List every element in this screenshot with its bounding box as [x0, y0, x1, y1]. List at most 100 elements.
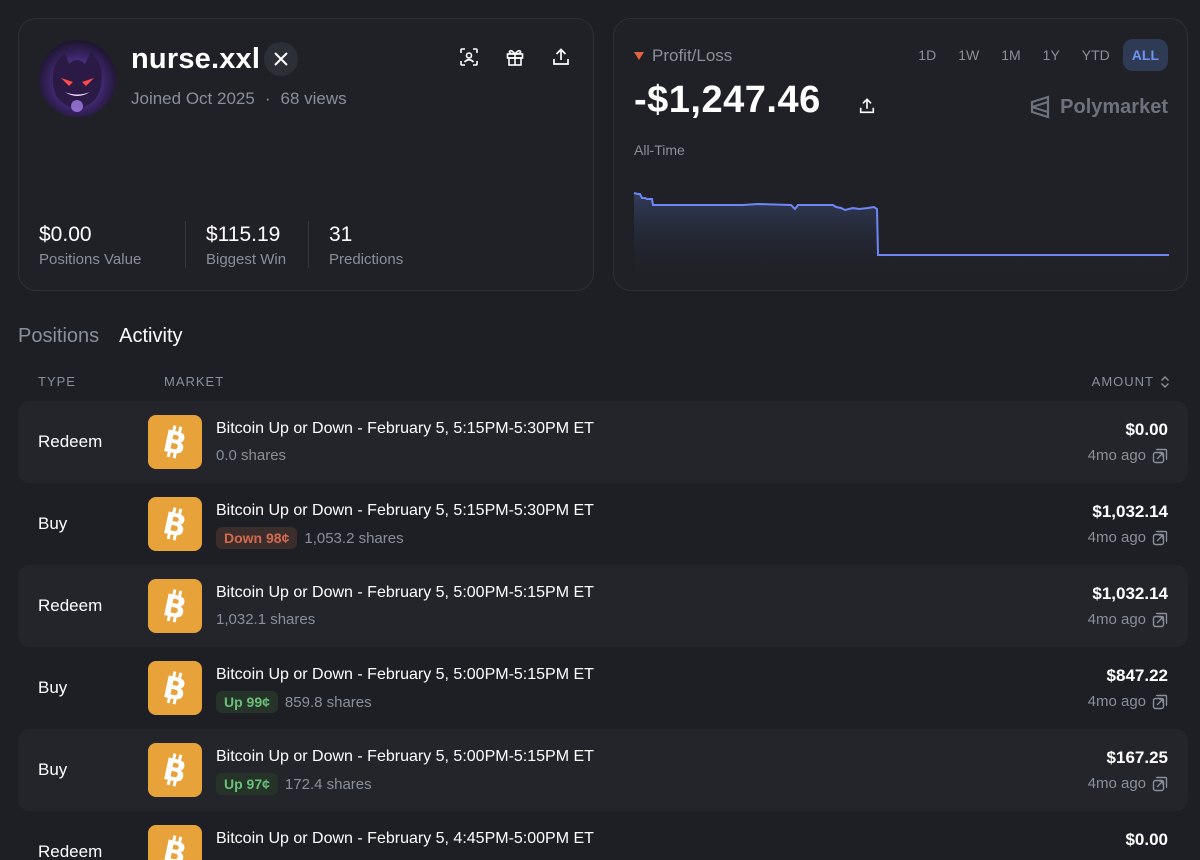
- range-label: All-Time: [634, 142, 685, 158]
- external-link-icon[interactable]: [1152, 612, 1168, 628]
- row-timestamp: 4mo ago: [1088, 447, 1168, 464]
- row-details: 1,032.1 shares: [216, 611, 315, 628]
- activity-row[interactable]: Redeem B Bitcoin Up or Down - February 5, …: [18, 811, 1188, 860]
- period-tab-1d[interactable]: 1D: [909, 39, 945, 71]
- stat-predictions: 31 Predictions: [308, 221, 423, 268]
- bitcoin-icon: B: [160, 589, 190, 623]
- joined-date: Joined Oct 2025: [131, 89, 255, 108]
- bitcoin-icon: B: [160, 671, 190, 705]
- share-count: 859.8 shares: [284, 693, 372, 711]
- tab-positions[interactable]: Positions: [18, 325, 99, 348]
- period-selector: 1D 1W 1M 1Y YTD ALL: [909, 39, 1168, 71]
- gift-button[interactable]: [505, 47, 525, 67]
- pnl-header: Profit/Loss: [634, 46, 732, 66]
- time-ago: 4mo ago: [1087, 447, 1146, 464]
- market-title[interactable]: Bitcoin Up or Down - February 5, 5:15PM-…: [216, 502, 594, 520]
- activity-type: Redeem: [38, 432, 103, 451]
- polymarket-logo-icon: [1031, 95, 1050, 119]
- market-title[interactable]: Bitcoin Up or Down - February 5, 5:00PM-…: [216, 666, 594, 684]
- bitcoin-icon: B: [160, 425, 190, 459]
- external-link-icon[interactable]: [1152, 776, 1168, 792]
- activity-list: Redeem B Bitcoin Up or Down - February 5, …: [18, 401, 1188, 860]
- bitcoin-icon: B: [160, 753, 190, 787]
- share-profile-button[interactable]: [551, 47, 571, 67]
- external-link-icon[interactable]: [1152, 530, 1168, 546]
- trend-down-icon: [634, 52, 644, 60]
- activity-row[interactable]: Buy B Bitcoin Up or Down - February 5, 5:0…: [18, 729, 1188, 811]
- market-title[interactable]: Bitcoin Up or Down - February 5, 5:00PM-…: [216, 748, 594, 766]
- activity-amount: $847.22: [1106, 666, 1168, 685]
- period-tab-ytd[interactable]: YTD: [1073, 39, 1119, 71]
- market-title[interactable]: Bitcoin Up or Down - February 5, 5:00PM-…: [216, 584, 594, 602]
- period-tab-all[interactable]: ALL: [1122, 39, 1168, 71]
- row-details: 0.0 shares: [216, 447, 286, 464]
- column-header-amount-label: AMOUNT: [1091, 374, 1154, 389]
- activity-row[interactable]: Redeem B Bitcoin Up or Down - February 5, …: [18, 401, 1188, 483]
- pnl-value: -$1,247.46: [634, 79, 821, 121]
- bitcoin-icon: B: [160, 835, 190, 860]
- profile-card: nurse.xxl Joined Oct 2025 · 68 views $0.…: [18, 18, 594, 291]
- bitcoin-icon: B: [160, 507, 190, 541]
- period-tab-1w[interactable]: 1W: [949, 39, 988, 71]
- external-link-icon[interactable]: [1152, 448, 1168, 464]
- market-icon[interactable]: B: [148, 743, 202, 797]
- market-title[interactable]: Bitcoin Up or Down - February 5, 4:45PM-…: [216, 830, 594, 848]
- activity-row[interactable]: Buy B Bitcoin Up or Down - February 5, 5:0…: [18, 647, 1188, 729]
- stat-label: Predictions: [329, 251, 404, 268]
- activity-amount: $1,032.14: [1092, 584, 1168, 603]
- row-timestamp: 4mo ago: [1088, 529, 1168, 546]
- market-icon[interactable]: B: [148, 497, 202, 551]
- profile-stats: $0.00 Positions Value $115.19 Biggest Wi…: [39, 221, 423, 268]
- outcome-badge: Down 98¢: [216, 527, 298, 549]
- share-icon: [553, 48, 569, 65]
- column-header-amount[interactable]: AMOUNT: [1092, 374, 1170, 389]
- activity-row[interactable]: Redeem B Bitcoin Up or Down - February 5, …: [18, 565, 1188, 647]
- period-tab-1y[interactable]: 1Y: [1034, 39, 1069, 71]
- market-title[interactable]: Bitcoin Up or Down - February 5, 5:15PM-…: [216, 420, 594, 438]
- activity-amount: $167.25: [1106, 748, 1168, 767]
- column-header-market: MARKET: [164, 374, 225, 389]
- activity-amount: $0.00: [1125, 420, 1168, 439]
- time-ago: 4mo ago: [1087, 529, 1146, 546]
- activity-type: Buy: [38, 678, 68, 697]
- stat-value: 31: [329, 223, 353, 246]
- row-timestamp: 4mo ago: [1088, 693, 1168, 710]
- pnl-label: Profit/Loss: [652, 46, 733, 65]
- stat-value: $115.19: [206, 223, 281, 246]
- pnl-chart: [633, 192, 1169, 284]
- row-timestamp: 4mo ago: [1088, 611, 1168, 628]
- market-icon[interactable]: B: [148, 415, 202, 469]
- tab-activity[interactable]: Activity: [119, 325, 182, 348]
- polymarket-brand: Polymarket: [1029, 95, 1168, 119]
- market-icon[interactable]: B: [148, 579, 202, 633]
- share-count: 172.4 shares: [284, 775, 372, 793]
- scan-face-button[interactable]: [459, 47, 479, 67]
- sort-icon: [1161, 375, 1169, 388]
- outcome-badge: Up 99¢: [216, 691, 278, 713]
- activity-row[interactable]: Buy B Bitcoin Up or Down - February 5, 5:1…: [18, 483, 1188, 565]
- profile-meta: Joined Oct 2025 · 68 views: [131, 89, 347, 109]
- x-logo-icon: [274, 52, 288, 66]
- period-tab-1m[interactable]: 1M: [992, 39, 1029, 71]
- stat-value: $0.00: [39, 223, 92, 246]
- time-ago: 4mo ago: [1087, 693, 1146, 710]
- avatar[interactable]: [39, 40, 116, 117]
- table-header: TYPE MARKET AMOUNT: [18, 374, 1188, 390]
- activity-amount: $1,032.14: [1092, 502, 1168, 521]
- column-header-type: TYPE: [38, 374, 76, 389]
- row-details: Up 99¢ 859.8 shares: [216, 691, 372, 713]
- share-pnl-button[interactable]: [857, 96, 877, 116]
- share-count: 0.0 shares: [216, 447, 287, 464]
- gift-icon: [506, 49, 524, 66]
- outcome-badge: Up 97¢: [216, 773, 278, 795]
- activity-type: Buy: [38, 514, 68, 533]
- external-link-icon[interactable]: [1152, 694, 1168, 710]
- share-count: 1,032.1 shares: [216, 611, 316, 628]
- share-count: 1,053.2 shares: [304, 529, 404, 547]
- market-icon[interactable]: B: [148, 825, 202, 860]
- stat-label: Biggest Win: [206, 251, 287, 268]
- row-details: Up 97¢ 172.4 shares: [216, 773, 372, 795]
- market-icon[interactable]: B: [148, 661, 202, 715]
- pnl-area: [634, 193, 1169, 284]
- x-profile-link[interactable]: [264, 42, 298, 76]
